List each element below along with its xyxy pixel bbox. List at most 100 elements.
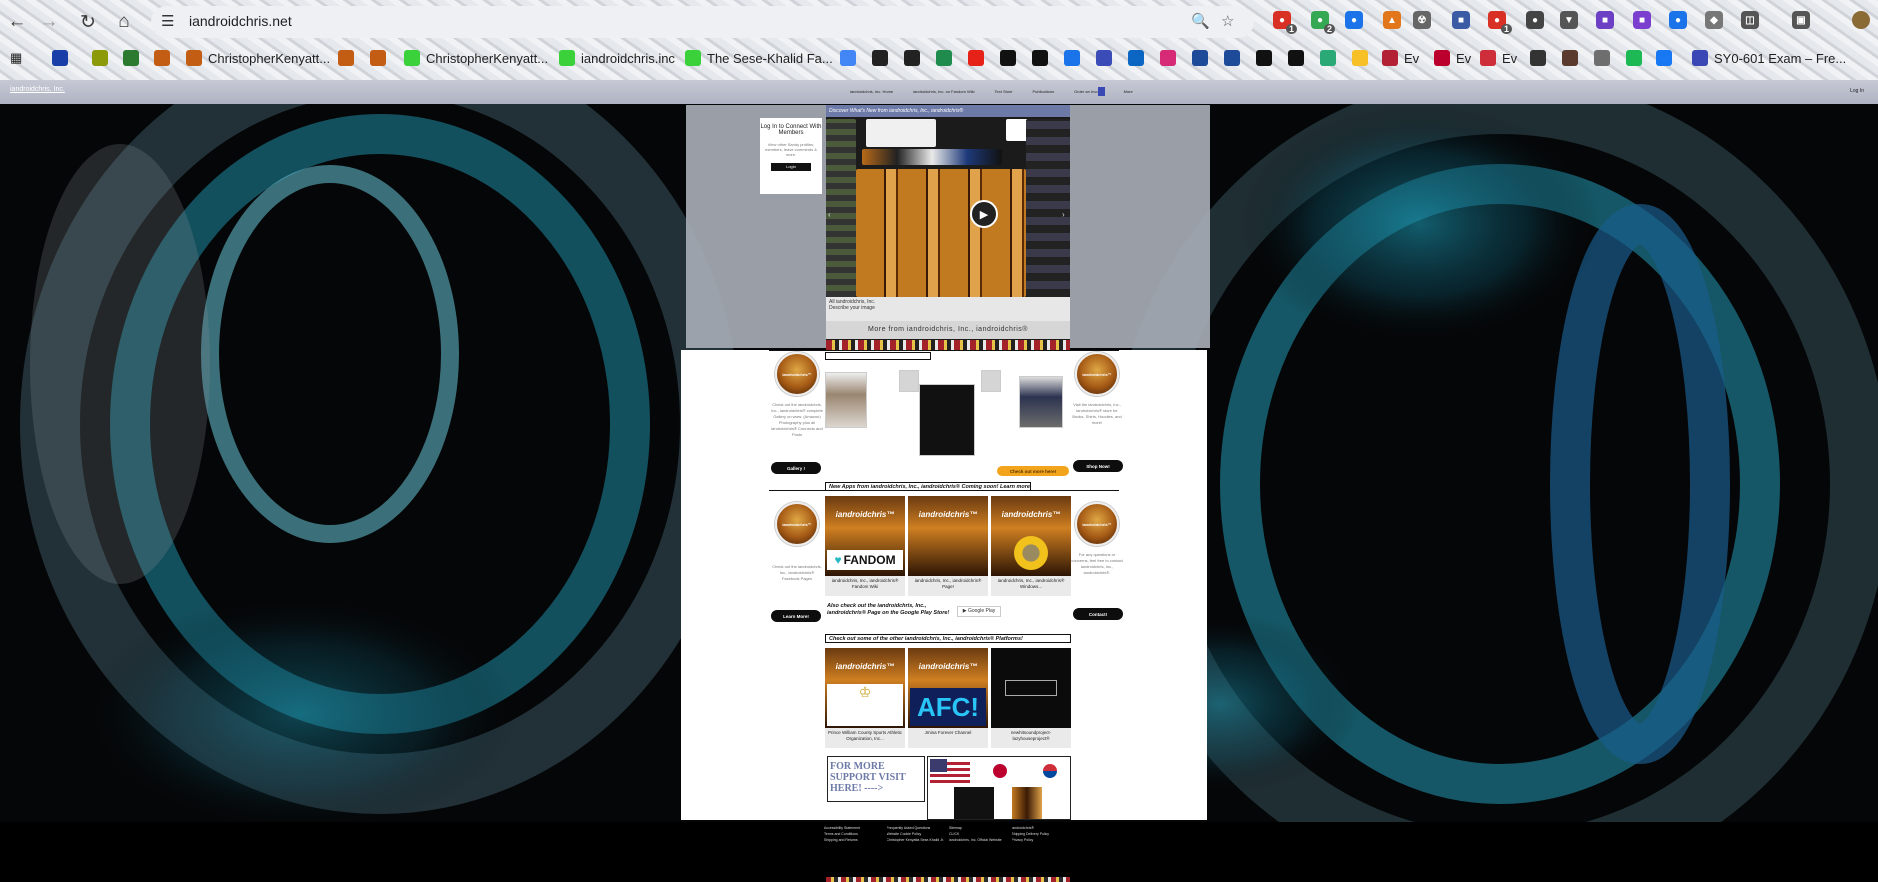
nav-item-text-store[interactable]: Text Store xyxy=(995,89,1013,94)
gallery-thumb[interactable] xyxy=(899,370,919,392)
bookmark-item[interactable] xyxy=(1096,46,1112,70)
bookmark-item[interactable] xyxy=(1000,46,1016,70)
platform-card-channel[interactable]: iandroidchris™ AFC! Jmina Forever Channe… xyxy=(908,648,988,748)
reload-icon[interactable]: ↻ xyxy=(75,9,101,35)
bookmark-item[interactable] xyxy=(904,46,920,70)
address-bar[interactable]: ☰ iandroidchris.net 🔍 ☆ xyxy=(151,6,1254,38)
korea-flag-icon[interactable] xyxy=(1030,759,1070,783)
extension-icon[interactable]: ● xyxy=(1345,11,1363,29)
bookmark-item[interactable] xyxy=(1032,46,1048,70)
back-icon[interactable]: ← xyxy=(4,9,30,35)
profile-avatar[interactable] xyxy=(1852,11,1870,29)
nav-item-home[interactable]: iandroidchris, Inc. Home xyxy=(850,89,893,94)
footer-link[interactable]: Sitemap xyxy=(949,826,1008,830)
bookmark-item[interactable] xyxy=(1594,46,1610,70)
footer-link[interactable]: Christopher Kenyatta Sese-Khalid Jr. Off… xyxy=(887,838,946,842)
platform-card-newhitsound[interactable]: newhitsoundproject-lazyhouseproject® xyxy=(991,648,1071,748)
bookmark-item[interactable]: Ev xyxy=(1480,46,1517,70)
app-card-windows[interactable]: iandroidchris™ iandroidchris, Inc., iand… xyxy=(991,496,1071,596)
extension-icon[interactable]: ■ xyxy=(1633,11,1651,29)
bookmark-item[interactable] xyxy=(968,46,984,70)
extension-icon[interactable]: ● 2 xyxy=(1311,11,1335,34)
extension-icon[interactable]: ● xyxy=(1526,11,1544,29)
learn-more-button[interactable]: Learn More! xyxy=(771,610,821,622)
bookmark-item[interactable] xyxy=(154,46,170,70)
bookmark-item[interactable] xyxy=(1320,46,1336,70)
bookmark-item[interactable]: SY0-601 Exam – Fre... xyxy=(1692,46,1846,70)
footer-link[interactable]: iandroidchris® xyxy=(1012,826,1071,830)
book-cover-image[interactable] xyxy=(919,384,975,456)
cart-icon[interactable] xyxy=(1098,87,1105,96)
nav-item-more[interactable]: More xyxy=(1124,89,1133,94)
bookmark-item[interactable] xyxy=(1626,46,1642,70)
footer-link[interactable]: Website Cookie Policy xyxy=(887,832,946,836)
support-banner[interactable]: FOR MORE SUPPORT VISIT HERE! ----> xyxy=(827,756,925,802)
bookmark-item[interactable] xyxy=(123,46,139,70)
gallery-thumbnail-strip[interactable] xyxy=(826,340,1070,350)
gallery-prev-icon[interactable]: ‹ xyxy=(828,210,836,220)
extension-icon[interactable]: ● 1 xyxy=(1488,11,1512,34)
bookmark-item[interactable]: The Sese-Khalid Fa... xyxy=(685,46,833,70)
zoom-icon[interactable]: 🔍 xyxy=(1191,12,1210,30)
japan-flag-icon[interactable] xyxy=(980,759,1020,783)
brand-thumbnail[interactable] xyxy=(954,787,994,819)
site-login-link[interactable]: Log In xyxy=(1850,88,1864,94)
gallery-next-icon[interactable]: › xyxy=(1062,210,1070,220)
bookmark-item[interactable] xyxy=(1562,46,1578,70)
footer-image-strip[interactable] xyxy=(826,877,1070,882)
extension-icon[interactable]: ◆ xyxy=(1705,11,1723,29)
gallery-thumb-row[interactable] xyxy=(862,149,1002,165)
us-flag-icon[interactable] xyxy=(930,759,970,783)
bookmark-item[interactable]: Ev xyxy=(1382,46,1419,70)
bookmark-item[interactable] xyxy=(92,46,108,70)
forward-icon[interactable]: → xyxy=(36,9,62,35)
tab-search-icon[interactable]: ▣ xyxy=(1792,11,1810,29)
extension-icon[interactable]: ☢ xyxy=(1413,11,1431,29)
shop-now-button[interactable]: Shop Now! xyxy=(1073,460,1123,472)
extension-icon[interactable]: ● xyxy=(1669,11,1687,29)
bookmark-item[interactable]: ChristopherKenyatt... xyxy=(404,46,548,70)
extension-icon[interactable]: ▼ xyxy=(1560,11,1578,29)
footer-link[interactable]: Shipping and Returns xyxy=(824,838,883,842)
check-more-button[interactable]: Check out more here! xyxy=(997,466,1069,476)
bookmark-item[interactable] xyxy=(1192,46,1208,70)
apps-grid-icon[interactable]: ▦ xyxy=(10,46,22,70)
site-brand-link[interactable]: iandroidchris, Inc. xyxy=(10,86,65,93)
home-icon[interactable]: ⌂ xyxy=(111,9,137,35)
nav-item-fandom[interactable]: iandroidchris, Inc. on Fandom Wiki xyxy=(913,89,974,94)
bookmark-item[interactable] xyxy=(936,46,952,70)
bookmark-item[interactable] xyxy=(338,46,354,70)
bookmark-item[interactable] xyxy=(1128,46,1144,70)
url-text[interactable]: iandroidchris.net xyxy=(189,13,292,29)
login-widget-button[interactable]: Login xyxy=(771,163,811,171)
bookmark-item[interactable] xyxy=(872,46,888,70)
nav-item-publications[interactable]: Publications xyxy=(1033,89,1055,94)
gallery-main-image[interactable] xyxy=(856,169,1026,297)
gallery-button[interactable]: Gallery ! xyxy=(771,462,821,474)
footer-link[interactable]: Privacy Policy xyxy=(1012,838,1071,842)
extension-icon[interactable]: ■ xyxy=(1596,11,1614,29)
bookmark-item[interactable] xyxy=(1530,46,1546,70)
bookmark-item[interactable] xyxy=(840,46,856,70)
bookmark-item[interactable] xyxy=(52,46,68,70)
footer-link[interactable]: iandroidchris, Inc. Official Website xyxy=(949,838,1008,842)
footer-link[interactable]: Frequently Asked Questions xyxy=(887,826,946,830)
bookmark-item[interactable]: ChristopherKenyatt... xyxy=(186,46,330,70)
contact-button[interactable]: Contact! xyxy=(1073,608,1123,620)
bookmark-star-icon[interactable]: ☆ xyxy=(1221,12,1234,30)
extension-icon[interactable]: ● 1 xyxy=(1273,11,1297,34)
play-video-icon[interactable]: ▶ xyxy=(970,200,998,228)
app-card-fandom[interactable]: iandroidchris™ ♥ FANDOM iandroidchris, In… xyxy=(825,496,905,596)
footer-link[interactable]: Accessibility Statement xyxy=(824,826,883,830)
bookmark-item[interactable] xyxy=(1288,46,1304,70)
footer-link[interactable]: Shipping Delivery Policy xyxy=(1012,832,1071,836)
brand-thumbnail[interactable] xyxy=(1012,787,1042,819)
bookmark-item[interactable] xyxy=(1160,46,1176,70)
bookmark-item[interactable] xyxy=(370,46,386,70)
footer-link[interactable]: CLICK xyxy=(949,832,1008,836)
extensions-puzzle-icon[interactable]: ◫ xyxy=(1741,11,1759,29)
bookmark-item[interactable] xyxy=(1656,46,1672,70)
platform-card-pwc[interactable]: iandroidchris™ ♔ Prince William County S… xyxy=(825,648,905,748)
profile-photo[interactable] xyxy=(825,372,867,428)
bookmark-item[interactable] xyxy=(1256,46,1272,70)
